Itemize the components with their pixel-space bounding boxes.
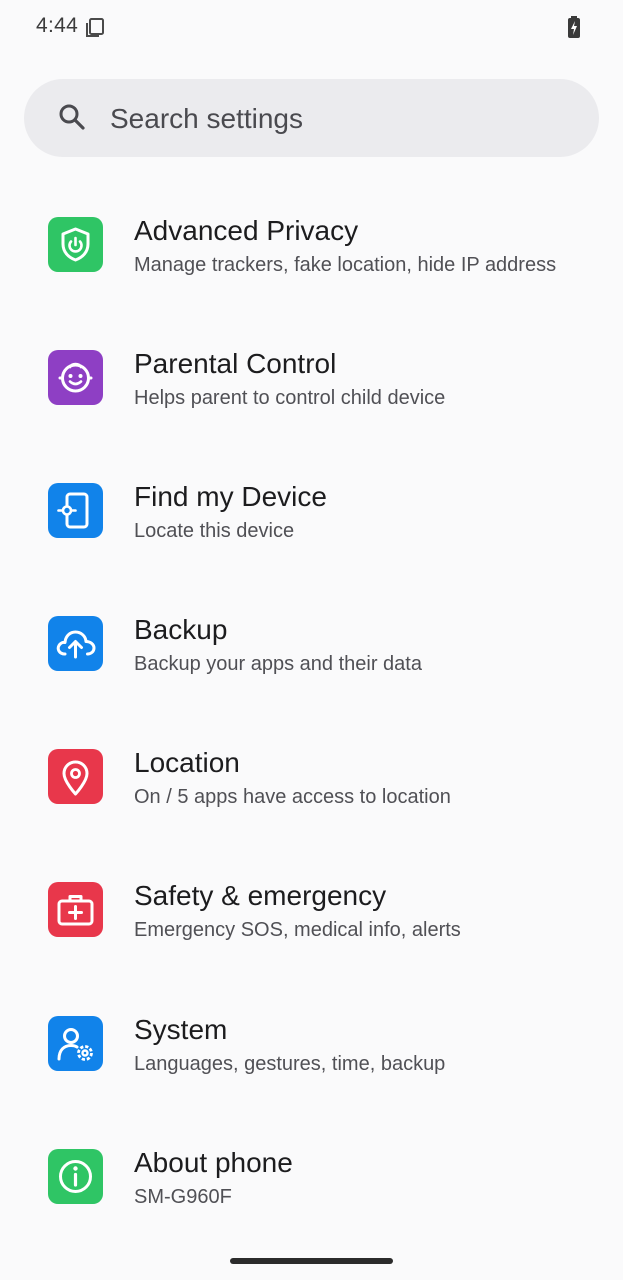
status-bar: 4:44 [0,0,623,56]
settings-item-title: Advanced Privacy [134,215,359,246]
user-gear-icon [48,1016,103,1071]
settings-item-title: Safety & emergency [134,880,387,911]
settings-item-title: About phone [134,1147,293,1178]
settings-item-subtitle: Backup your apps and their data [134,653,422,675]
settings-item-title: Location [134,747,240,778]
phone-locate-icon [48,483,103,538]
cloud-upload-icon [48,616,103,671]
settings-item-subtitle: Manage trackers, fake location, hide IP … [134,254,557,276]
settings-item-subtitle: SM-G960F [134,1186,232,1208]
settings-item-title: System [134,1014,228,1045]
medical-kit-icon [48,882,103,937]
settings-item-title: Parental Control [134,348,337,379]
settings-item-title: Find my Device [134,481,327,512]
settings-item-subtitle: Emergency SOS, medical info, alerts [134,919,461,941]
settings-item-subtitle: Languages, gestures, time, backup [134,1053,446,1075]
shield-power-icon [48,217,103,272]
info-icon [48,1149,103,1204]
search-icon[interactable] [56,101,88,133]
settings-item-title: Backup [134,614,228,645]
location-pin-icon [48,749,103,804]
settings-item-subtitle: Helps parent to control child device [134,387,446,409]
settings-item-subtitle: Locate this device [134,520,295,542]
status-time: 4:44 [36,14,79,37]
search-input[interactable]: Search settings [110,101,303,137]
settings-item-subtitle: On / 5 apps have access to location [134,786,451,808]
child-face-icon [48,350,103,405]
home-gesture-bar[interactable] [230,1258,393,1264]
battery-charging-icon [566,15,582,39]
screenshot-notification-icon [84,17,106,39]
